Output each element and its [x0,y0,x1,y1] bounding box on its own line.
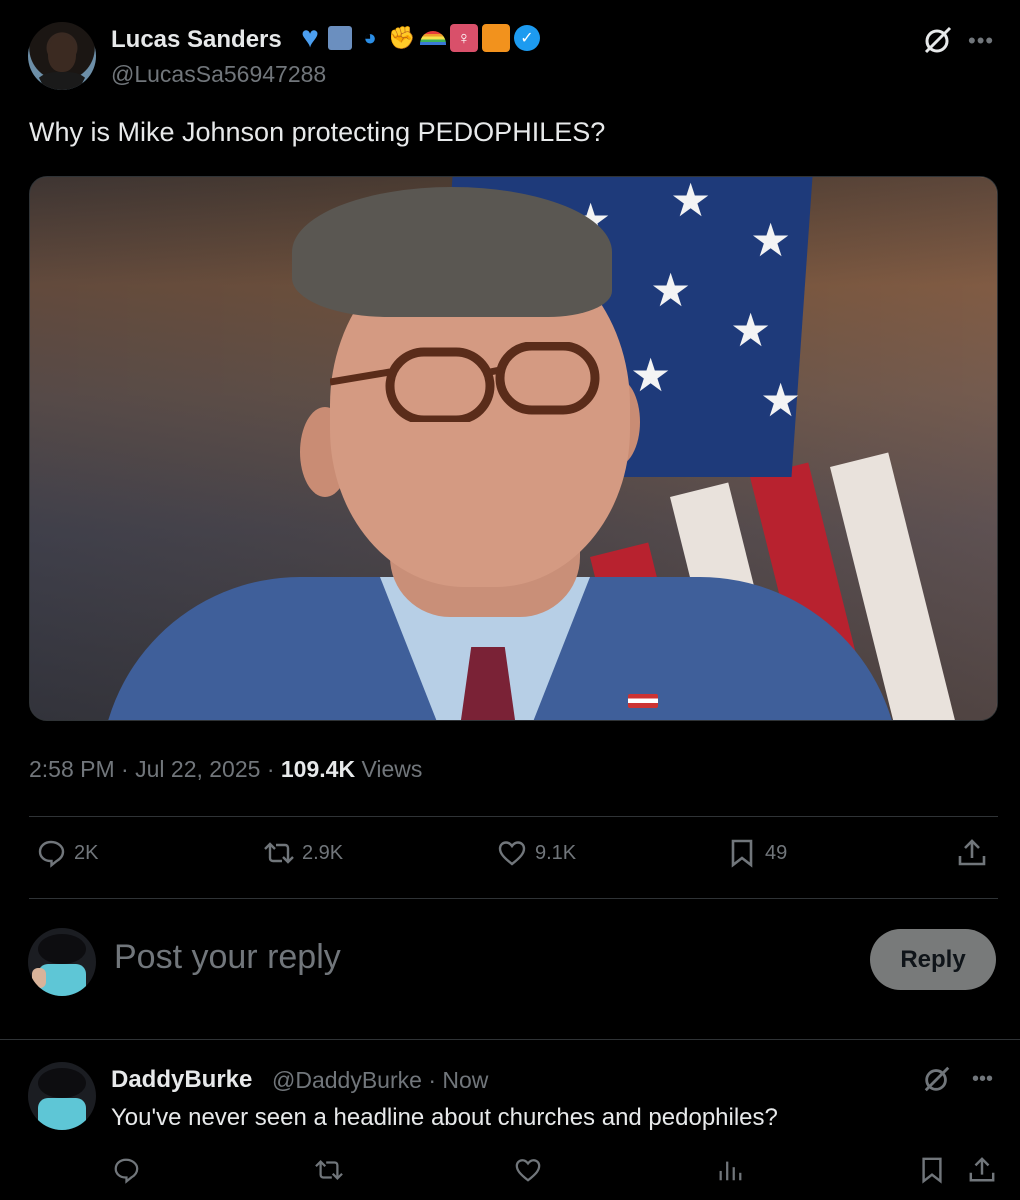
divider [29,898,998,899]
comment-like-action[interactable] [514,1156,542,1189]
post-text: Why is Mike Johnson protecting PEDOPHILE… [29,117,606,147]
current-user-avatar[interactable] [28,928,96,996]
separator-dot: · [266,756,281,782]
author-avatar[interactable] [28,22,96,90]
comment-views-action[interactable] [716,1156,744,1189]
grok-icon[interactable] [922,1064,952,1094]
comment-time[interactable]: Now [442,1067,488,1093]
like-action[interactable]: 9.1K [497,838,576,868]
divider [29,816,998,817]
rainbow-emoji [420,31,446,45]
flag-lapel-pin [628,694,658,708]
like-count: 9.1K [535,841,577,864]
comment-share-action[interactable] [968,1156,996,1189]
avatar-hat [38,934,86,964]
post-time[interactable]: 2:58 PM [29,756,115,782]
repost-icon [264,842,294,864]
share-icon [969,1157,995,1182]
post-actions: 2K 2.9K 9.1K 49 [0,838,1020,878]
flexed-biceps-emoji: ✊ [388,25,416,50]
avatar-body [38,1098,86,1130]
avatar-face [48,36,76,72]
repost-action[interactable]: 2.9K [264,838,343,868]
share-icon [958,839,986,866]
reply-comment[interactable]: DaddyBurke @DaddyBurke · Now ••• You've … [0,1040,1020,1200]
repost-icon [315,1160,343,1180]
reply-action[interactable]: 2K [36,838,98,868]
flag-star: ★ [670,176,712,226]
hair [292,187,612,317]
separator-dot: · [428,1067,443,1093]
reply-icon [38,840,65,868]
share-action[interactable] [957,838,987,868]
heart-icon [515,1159,541,1182]
flag-star: ★ [750,214,792,266]
author-name[interactable]: Lucas Sanders [111,26,282,54]
views-label: Views [361,756,423,782]
flag-star: ★ [760,374,802,426]
commenter-handle[interactable]: @DaddyBurke [272,1067,422,1093]
glasses [330,342,600,422]
heart-icon [498,841,526,866]
avatar-hand [32,968,46,988]
grok-icon[interactable] [922,24,954,56]
comment-text: You've never seen a headline about churc… [111,1104,778,1131]
reply-button[interactable]: Reply [870,929,996,990]
separator-dot: · [121,756,136,782]
comment-reply-action[interactable] [112,1156,140,1189]
analytics-icon [719,1161,742,1181]
avatar-hat [38,1068,86,1098]
reply-icon [114,1158,139,1184]
more-options-icon[interactable]: ••• [972,1068,993,1091]
commenter-name[interactable]: DaddyBurke [111,1066,252,1094]
blue-heart-emoji: ♥ [301,21,319,54]
flag-star: ★ [630,349,672,401]
author-handle[interactable]: @LucasSa56947288 [111,61,326,88]
flag-star: ★ [650,264,692,316]
comment-bookmark-action[interactable] [918,1156,946,1189]
bookmark-icon [731,839,753,868]
flag-star: ★ [730,304,772,356]
more-options-icon[interactable]: ••• [968,28,994,54]
floppy-disk-emoji [328,26,352,50]
post-date[interactable]: Jul 22, 2025 [135,756,260,782]
reply-count: 2K [74,841,99,864]
water-wave-emoji: ◕ [363,25,377,50]
bookmark-count: 49 [765,841,788,864]
views-count: 109.4K [280,756,356,782]
reply-input[interactable]: Post your reply [114,938,341,977]
bookmark-icon [922,1157,942,1184]
comment-repost-action[interactable] [315,1156,343,1189]
orange-square-emoji [482,24,510,52]
commenter-avatar[interactable] [28,1062,96,1130]
comment-actions [0,1156,1020,1188]
name-badges: ♥ ◕ ✊ ♀ ✓ [296,21,540,54]
bookmark-action[interactable]: 49 [727,838,787,868]
verified-badge-icon[interactable]: ✓ [514,25,540,51]
post-image[interactable]: ★ ★ ★ ★ ★ ★ ★ [29,176,998,721]
post-metadata: 2:58 PM · Jul 22, 2025 · 109.4K Views [29,756,422,783]
standing-person-emoji: ♀ [450,24,478,52]
commenter-handle-and-time: @DaddyBurke · Now [272,1067,488,1094]
avatar-shirt [36,72,88,90]
repost-count: 2.9K [302,841,344,864]
